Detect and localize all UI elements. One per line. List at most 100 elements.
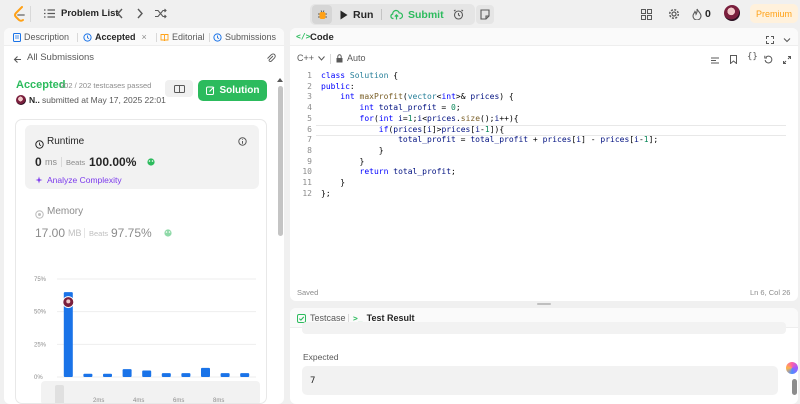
leetcode-logo[interactable] (13, 6, 27, 22)
code-token: total_profit (398, 135, 456, 145)
tab-accepted[interactable]: Accepted × (83, 32, 147, 42)
runtime-distribution-chart[interactable]: 75%50%25%0%2ms4ms6ms8ms (16, 265, 267, 399)
code-token: prices (470, 92, 500, 102)
code-token: if (378, 124, 389, 134)
code-line[interactable]: class Solution { (321, 71, 658, 82)
settings-gear-icon[interactable] (668, 8, 680, 23)
memory-beats-label: Beats (89, 229, 109, 238)
tab-description[interactable]: Description (13, 32, 69, 42)
autocomplete-mode[interactable]: Auto (336, 53, 366, 63)
testcases-passed: 202 / 202 testcases passed (60, 81, 152, 90)
user-avatar[interactable] (724, 5, 740, 21)
premium-button[interactable]: Premium (750, 4, 798, 23)
all-submissions-link[interactable]: All Submissions (27, 52, 94, 63)
book-icon (160, 33, 169, 41)
mini-axis-tick: 2ms (93, 398, 105, 404)
assistant-orb-icon[interactable] (786, 362, 798, 374)
book-open-icon (173, 84, 185, 93)
submitted-at: submitted at May 17, 2025 22:01 (42, 95, 166, 105)
code-token: total_profit (393, 167, 452, 177)
code-line[interactable]: int total_profit = 0; (321, 103, 658, 114)
cloud-upload-icon (390, 9, 403, 20)
next-problem-icon[interactable] (136, 8, 144, 22)
analyze-complexity-link[interactable]: Analyze Complexity (35, 175, 122, 185)
prev-problem-icon[interactable] (116, 8, 124, 22)
cursor-position: Ln 6, Col 26 (750, 288, 791, 297)
back-arrow-icon[interactable] (13, 53, 22, 67)
code-line[interactable]: total_profit = total_profit + prices[i] … (321, 135, 658, 146)
braces-icon[interactable]: {} (747, 52, 758, 62)
scroll-thumb[interactable] (792, 379, 797, 395)
close-tab-icon[interactable]: × (142, 32, 147, 42)
collapse-icon[interactable] (783, 33, 791, 47)
info-icon[interactable] (238, 135, 247, 149)
chart-bar (103, 373, 112, 377)
timer-icon[interactable] (446, 5, 470, 24)
fullscreen-icon[interactable] (783, 53, 791, 67)
code-line[interactable]: for(int i=1;i<prices.size();i++){ (321, 114, 658, 125)
code-token: ++){ (499, 113, 519, 123)
tab-editorial[interactable]: Editorial (160, 32, 205, 42)
code-line[interactable]: } (321, 157, 658, 168)
code-token: class (321, 71, 350, 80)
expand-icon[interactable] (766, 33, 774, 47)
code-line[interactable]: if(prices[i]>prices[i-1]){ (321, 125, 658, 136)
panel-resize-handle[interactable] (537, 303, 551, 305)
notes-button[interactable] (476, 5, 494, 24)
line-number: 7 (307, 135, 312, 145)
code-token: ; (451, 167, 456, 177)
streak-counter[interactable]: 0 (692, 8, 711, 20)
debug-button[interactable] (312, 5, 332, 24)
submit-button[interactable]: Submit (390, 5, 444, 24)
code-token: public (321, 81, 350, 91)
reset-icon[interactable] (764, 53, 773, 67)
line-number: 10 (302, 167, 312, 177)
shuffle-icon[interactable] (155, 8, 167, 22)
solution-button[interactable]: Solution (198, 80, 267, 101)
tab-submissions[interactable]: Submissions (213, 32, 276, 42)
y-tick-label: 25% (34, 342, 47, 348)
code-line[interactable]: return total_profit; (321, 167, 658, 178)
line-number: 11 (302, 178, 312, 188)
run-button[interactable]: Run (340, 5, 373, 24)
range-selector[interactable]: 2ms 4ms 6ms 8ms (41, 381, 260, 404)
code-token: int (378, 113, 399, 123)
bookmark-icon[interactable] (730, 53, 737, 67)
code-token: = (436, 103, 452, 113)
memory-box[interactable]: Memory 17.00 MB Beats 97.75% (25, 197, 259, 247)
chart-bar (83, 373, 93, 377)
code-line[interactable]: }; (321, 189, 658, 200)
attach-icon[interactable] (266, 52, 276, 66)
scroll-thumb[interactable] (277, 86, 283, 236)
left-scrollbar[interactable] (277, 78, 283, 404)
problem-list-link[interactable]: Problem List (61, 8, 119, 19)
status-accepted: Accepted (16, 79, 66, 91)
code-editor[interactable]: 1 2 3 4 5 6 7 8 9 10 11 12 class Solution {public: … (290, 71, 798, 281)
test-scrollbar[interactable] (792, 374, 798, 404)
code-line[interactable]: public: (321, 82, 658, 93)
memory-beats-value: 97.75% (111, 226, 152, 240)
problem-list-icon[interactable] (44, 8, 55, 19)
code-line[interactable]: int maxProfit(vector<int>& prices) { (321, 92, 658, 103)
code-token: prices (542, 135, 572, 145)
code-line[interactable]: } (321, 178, 658, 189)
code-token: ) { (499, 92, 514, 102)
layout-icon[interactable] (641, 9, 652, 23)
prev-output-fragment (302, 322, 786, 334)
language-select[interactable]: C++ (297, 53, 325, 63)
code-token: } (321, 156, 365, 166)
line-number: 9 (307, 156, 312, 166)
y-tick-label: 0% (34, 375, 43, 381)
bookmark-button[interactable] (165, 80, 193, 97)
scroll-up-icon[interactable] (277, 78, 283, 82)
code-token: size (460, 113, 481, 123)
submitter-name[interactable]: N.. (29, 95, 40, 105)
format-icon[interactable] (711, 54, 719, 68)
code-line[interactable]: } (321, 146, 658, 157)
chart-bar (181, 373, 191, 377)
code-token: int (441, 92, 456, 102)
runtime-box[interactable]: Runtime 0 ms Beats 100.00% Analyze Compl… (25, 125, 259, 189)
code-token: ]){ (489, 124, 505, 134)
range-handle[interactable] (55, 385, 64, 403)
